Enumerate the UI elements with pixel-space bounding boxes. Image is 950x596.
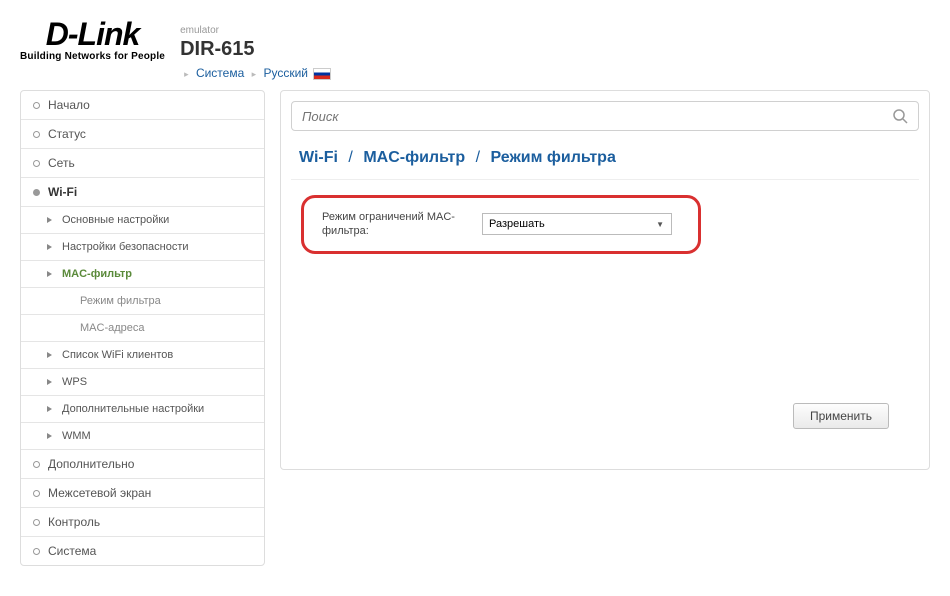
chevron-right-icon	[47, 217, 52, 223]
sidebar-item[interactable]: Статус	[21, 120, 264, 149]
sidebar-item-label: Список WiFi клиентов	[62, 349, 173, 361]
sidebar-item[interactable]: Межсетевой экран	[21, 479, 264, 508]
sidebar-item-label: Основные настройки	[62, 214, 169, 226]
bullet-none	[65, 325, 72, 332]
chevron-right-icon	[47, 244, 52, 250]
search-input[interactable]	[302, 109, 892, 124]
sidebar-item-label: Контроль	[48, 515, 100, 529]
sidebar-item[interactable]: Система	[21, 537, 264, 565]
breadcrumb-part-3: Режим фильтра	[490, 149, 615, 166]
chevron-right-icon: ▸	[252, 69, 257, 79]
sidebar-item-label: Сеть	[48, 156, 75, 170]
sidebar-item[interactable]: Контроль	[21, 508, 264, 537]
logo-brand: D-Link	[46, 20, 140, 49]
bullet-icon	[33, 189, 40, 196]
chevron-right-icon	[47, 406, 52, 412]
sidebar-item[interactable]: Режим фильтра	[21, 288, 264, 315]
chevron-right-icon	[47, 433, 52, 439]
bullet-icon	[33, 490, 40, 497]
main-panel: Wi-Fi / MAC-фильтр / Режим фильтра Режим…	[280, 90, 930, 566]
mac-filter-mode-select[interactable]: Разрешать	[482, 213, 672, 235]
language-link[interactable]: Русский	[263, 66, 308, 80]
model-name: DIR-615	[180, 38, 331, 61]
sidebar-item[interactable]: Список WiFi клиентов	[21, 342, 264, 369]
select-wrapper: Разрешать	[482, 213, 672, 235]
bullet-icon	[33, 461, 40, 468]
sidebar-item-label: Система	[48, 544, 96, 558]
chevron-right-icon: ▸	[184, 69, 189, 79]
logo: D-Link Building Networks for People	[20, 20, 165, 62]
breadcrumb-part-2[interactable]: MAC-фильтр	[363, 149, 465, 166]
search-icon	[892, 108, 908, 124]
bullet-icon	[33, 548, 40, 555]
bullet-icon	[33, 131, 40, 138]
main-box: Wi-Fi / MAC-фильтр / Режим фильтра Режим…	[280, 90, 930, 470]
mac-filter-mode-label: Режим ограничений MAC-фильтра:	[322, 210, 482, 239]
sidebar-item[interactable]: Сеть	[21, 149, 264, 178]
sidebar-item[interactable]: WMM	[21, 423, 264, 450]
chevron-right-icon	[47, 379, 52, 385]
form-highlight: Режим ограничений MAC-фильтра: Разрешать	[301, 195, 701, 254]
sidebar: Начало Статус Сеть Wi-Fi Основные настройки Н…	[20, 90, 265, 566]
sidebar-item[interactable]: Основные настройки	[21, 207, 264, 234]
header-links: ▸ Система ▸ Русский	[180, 66, 331, 80]
sidebar-item-label: Межсетевой экран	[48, 486, 151, 500]
search-box[interactable]	[291, 101, 919, 131]
header: D-Link Building Networks for People emul…	[0, 0, 950, 90]
sidebar-item[interactable]: Дополнительно	[21, 450, 264, 479]
sidebar-item[interactable]: Wi-Fi	[21, 178, 264, 207]
bullet-icon	[33, 160, 40, 167]
sidebar-item[interactable]: Дополнительные настройки	[21, 396, 264, 423]
system-link[interactable]: Система	[196, 66, 244, 80]
sidebar-item-label: MAC-фильтр	[62, 268, 132, 280]
sidebar-item-label: Режим фильтра	[80, 295, 161, 307]
sidebar-item-label: WMM	[62, 430, 91, 442]
breadcrumb-separator: /	[476, 149, 480, 166]
sidebar-item[interactable]: Настройки безопасности	[21, 234, 264, 261]
sidebar-item-label: Wi-Fi	[48, 185, 77, 199]
sidebar-item-label: Статус	[48, 127, 86, 141]
breadcrumb-part-1[interactable]: Wi-Fi	[299, 149, 338, 166]
emulator-label: emulator	[180, 25, 331, 36]
logo-tagline: Building Networks for People	[20, 51, 165, 62]
sidebar-item-label: WPS	[62, 376, 87, 388]
apply-button[interactable]: Применить	[793, 403, 889, 429]
sidebar-item[interactable]: MAC-фильтр	[21, 261, 264, 288]
flag-russia-icon[interactable]	[313, 68, 331, 80]
breadcrumb: Wi-Fi / MAC-фильтр / Режим фильтра	[291, 149, 919, 180]
sidebar-item-label: Дополнительные настройки	[62, 403, 204, 415]
chevron-right-icon	[47, 352, 52, 358]
breadcrumb-separator: /	[348, 149, 352, 166]
bullet-none	[65, 298, 72, 305]
header-right: emulator DIR-615 ▸ Система ▸ Русский	[180, 20, 331, 80]
sidebar-item-label: Начало	[48, 98, 90, 112]
bullet-icon	[33, 519, 40, 526]
sidebar-item-label: Настройки безопасности	[62, 241, 189, 253]
sidebar-item-label: MAC-адреса	[80, 322, 145, 334]
sidebar-item[interactable]: Начало	[21, 91, 264, 120]
sidebar-item-label: Дополнительно	[48, 457, 134, 471]
bullet-icon	[33, 102, 40, 109]
sidebar-item[interactable]: WPS	[21, 369, 264, 396]
sidebar-item[interactable]: MAC-адреса	[21, 315, 264, 342]
footer-actions: Применить	[793, 403, 889, 429]
chevron-right-icon	[47, 271, 52, 277]
